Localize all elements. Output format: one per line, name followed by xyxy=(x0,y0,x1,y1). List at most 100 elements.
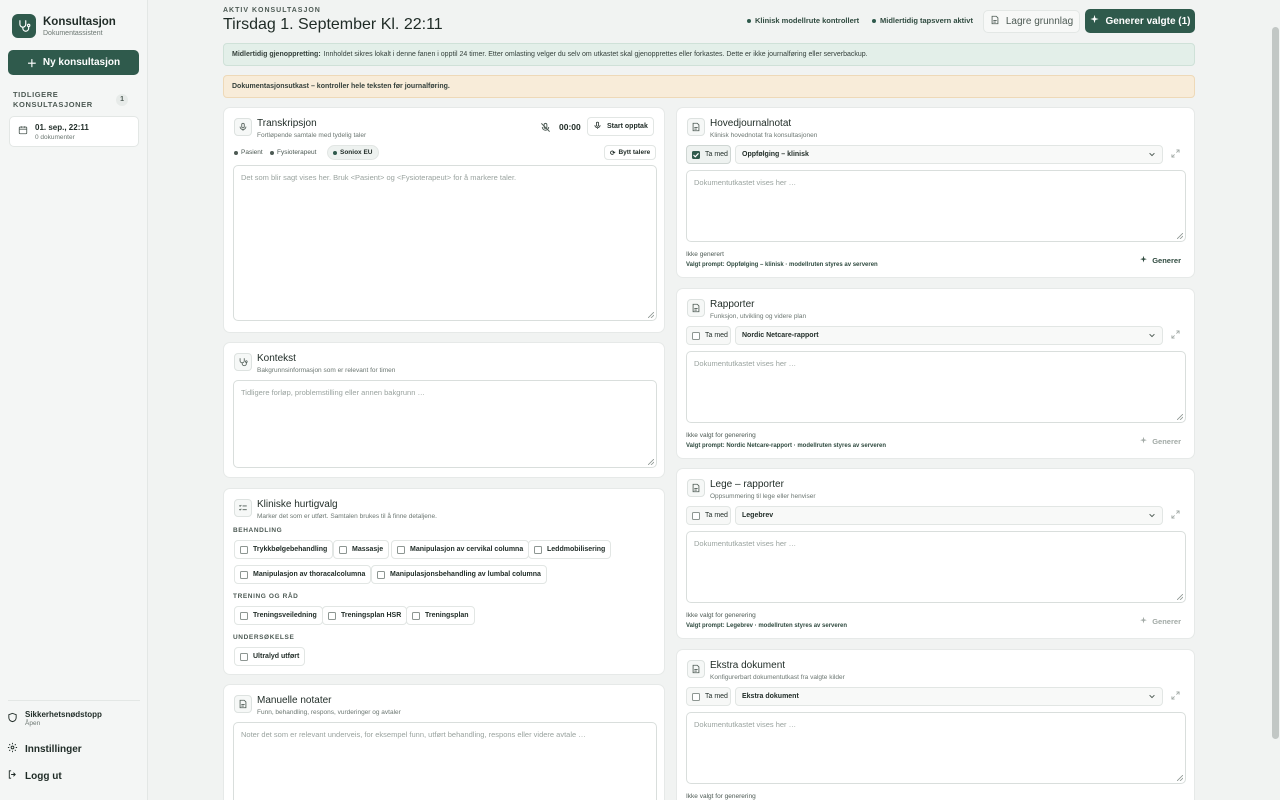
sidebar-divider xyxy=(8,700,140,701)
checkbox[interactable] xyxy=(692,331,700,340)
include-toggle[interactable]: Ta med xyxy=(686,326,731,345)
checkbox[interactable] xyxy=(240,545,248,554)
resize-grip-icon[interactable] xyxy=(648,312,654,318)
option-thoracal-manipulation[interactable]: Manipulasjon av thoracalcolumna xyxy=(234,565,372,584)
checklist-icon xyxy=(234,499,252,517)
checkbox[interactable] xyxy=(397,545,405,554)
document-draft-textarea[interactable]: Dokumentutkastet vises her … xyxy=(686,531,1186,603)
swap-speakers-button[interactable]: ⟳ Bytt talere xyxy=(604,145,657,160)
sidebar: Konsultasjon Dokumentassistent ＋ Ny kons… xyxy=(0,0,148,800)
prompt-select[interactable]: Oppfølging – klinisk xyxy=(735,145,1163,164)
checkbox[interactable] xyxy=(412,611,420,620)
expand-icon[interactable] xyxy=(1171,691,1180,703)
option-training-guidance[interactable]: Treningsveiledning xyxy=(234,606,323,625)
document-title: Hovedjournalnotat xyxy=(710,118,792,129)
checkbox[interactable] xyxy=(692,511,700,520)
start-recording-button[interactable]: Start opptak xyxy=(587,117,654,136)
resize-grip-icon[interactable] xyxy=(1177,775,1183,781)
document-prompt-info: Valgt prompt: Oppfølging – klinisk · mod… xyxy=(686,262,878,268)
checkbox[interactable] xyxy=(692,692,700,701)
checkbox[interactable] xyxy=(240,570,248,579)
privacy-status: Midlertidig tapsvern aktivt xyxy=(872,16,973,25)
document-card-doctor-report: Lege – rapporter Oppsummering til lege e… xyxy=(676,468,1195,639)
generate-document-button[interactable]: Generer xyxy=(1139,255,1181,266)
speaker-therapist[interactable]: Fysioterapeut xyxy=(270,149,316,156)
mic-off-icon[interactable] xyxy=(540,122,551,136)
prompt-select[interactable]: Legebrev xyxy=(735,506,1163,525)
include-toggle[interactable]: Ta med xyxy=(686,145,731,164)
manual-notes-title: Manuelle notater xyxy=(257,695,332,706)
scrollbar-thumb[interactable] xyxy=(1272,27,1279,739)
chevron-down-icon xyxy=(1148,692,1156,702)
stethoscope-icon xyxy=(234,353,252,371)
transcription-textarea[interactable]: Det som blir sagt vises her. Bruk <Pasie… xyxy=(233,165,657,321)
settings-link[interactable]: Innstillinger xyxy=(7,742,82,756)
sparkle-icon xyxy=(1139,616,1148,627)
status-dot xyxy=(333,150,337,155)
previous-consultation-item[interactable]: 01. sep., 22:11 0 dokumenter xyxy=(9,116,139,147)
expand-icon[interactable] xyxy=(1171,510,1180,522)
option-lumbal-manipulation[interactable]: Manipulasjonsbehandling av lumbal column… xyxy=(371,565,547,584)
recovery-banner: Midlertidig gjenoppretting: Innholdet si… xyxy=(223,43,1195,66)
page-scrollbar[interactable] xyxy=(1271,0,1280,800)
new-consultation-button[interactable]: ＋ Ny konsultasjon xyxy=(8,50,139,75)
speaker-patient[interactable]: Pasient xyxy=(234,149,263,156)
option-ultrasound[interactable]: Ultralyd utført xyxy=(234,647,306,666)
calendar-icon xyxy=(18,125,28,138)
option-training-plan-hsr[interactable]: Treningsplan HSR xyxy=(322,606,408,625)
checkbox[interactable] xyxy=(240,652,248,661)
resize-grip-icon[interactable] xyxy=(1177,414,1183,420)
resize-grip-icon[interactable] xyxy=(1177,233,1183,239)
generate-selected-button[interactable]: Generer valgte (1) xyxy=(1085,9,1195,33)
document-icon xyxy=(234,695,252,713)
checkbox[interactable] xyxy=(339,545,347,554)
context-card: Kontekst Bakgrunnsinformasjon som er rel… xyxy=(223,342,665,478)
speaker-dot xyxy=(270,150,274,155)
document-draft-textarea[interactable]: Dokumentutkastet vises her … xyxy=(686,712,1186,784)
context-textarea[interactable]: Tidligere forløp, problemstilling eller … xyxy=(233,380,657,468)
expand-icon[interactable] xyxy=(1171,149,1180,161)
microphone-icon xyxy=(593,121,602,132)
context-subtitle: Bakgrunnsinformasjon som er relevant for… xyxy=(257,367,396,374)
checkbox-checked[interactable] xyxy=(692,150,700,159)
option-training-plan[interactable]: Treningsplan xyxy=(406,606,475,625)
logout-link[interactable]: Logg ut xyxy=(7,769,62,783)
stethoscope-icon xyxy=(12,14,36,38)
document-status: Ikke valgt for generering xyxy=(686,793,756,800)
save-basis-button[interactable]: Lagre grunnlag xyxy=(983,10,1080,33)
document-title: Lege – rapporter xyxy=(710,479,784,490)
start-recording-label: Start opptak xyxy=(607,123,648,130)
safety-stop-button[interactable]: Sikkerhetsnødstopp Åpen xyxy=(7,710,102,727)
quick-select-title: Kliniske hurtigvalg xyxy=(257,499,338,510)
shield-icon xyxy=(7,712,18,726)
checkbox[interactable] xyxy=(377,570,385,579)
include-toggle[interactable]: Ta med xyxy=(686,687,731,706)
transcription-placeholder: Det som blir sagt vises her. Bruk <Pasie… xyxy=(241,173,517,182)
option-pressure-wave[interactable]: Trykkbølgebehandling xyxy=(234,540,334,559)
generate-document-button[interactable]: Generer xyxy=(1139,616,1181,627)
chevron-down-icon xyxy=(1148,511,1156,521)
option-joint-mobilization[interactable]: Leddmobilisering xyxy=(528,540,612,559)
plus-icon: ＋ xyxy=(26,59,37,70)
prompt-select[interactable]: Ekstra dokument xyxy=(735,687,1163,706)
checkbox[interactable] xyxy=(534,545,542,554)
checkbox[interactable] xyxy=(328,611,336,620)
document-draft-textarea[interactable]: Dokumentutkastet vises her … xyxy=(686,351,1186,423)
previous-consultation-date: 01. sep., 22:11 xyxy=(35,122,89,132)
document-draft-textarea[interactable]: Dokumentutkastet vises her … xyxy=(686,170,1186,242)
manual-notes-textarea[interactable]: Noter det som er relevant underveis, for… xyxy=(233,722,657,800)
include-toggle[interactable]: Ta med xyxy=(686,506,731,525)
option-massage[interactable]: Massasje xyxy=(333,540,390,559)
document-icon xyxy=(687,299,705,317)
option-cervical-manipulation[interactable]: Manipulasjon av cervikal columna xyxy=(391,540,530,559)
document-icon xyxy=(687,660,705,678)
resize-grip-icon[interactable] xyxy=(1177,594,1183,600)
prompt-select[interactable]: Nordic Netcare-rapport xyxy=(735,326,1163,345)
checkbox[interactable] xyxy=(240,611,248,620)
recovery-banner-text: Innholdet sikres lokalt i denne fanen i … xyxy=(323,51,868,58)
generate-document-button[interactable]: Generer xyxy=(1139,436,1181,447)
expand-icon[interactable] xyxy=(1171,330,1180,342)
document-title: Rapporter xyxy=(710,299,755,310)
status-dot xyxy=(872,18,876,23)
resize-grip-icon[interactable] xyxy=(648,459,654,465)
